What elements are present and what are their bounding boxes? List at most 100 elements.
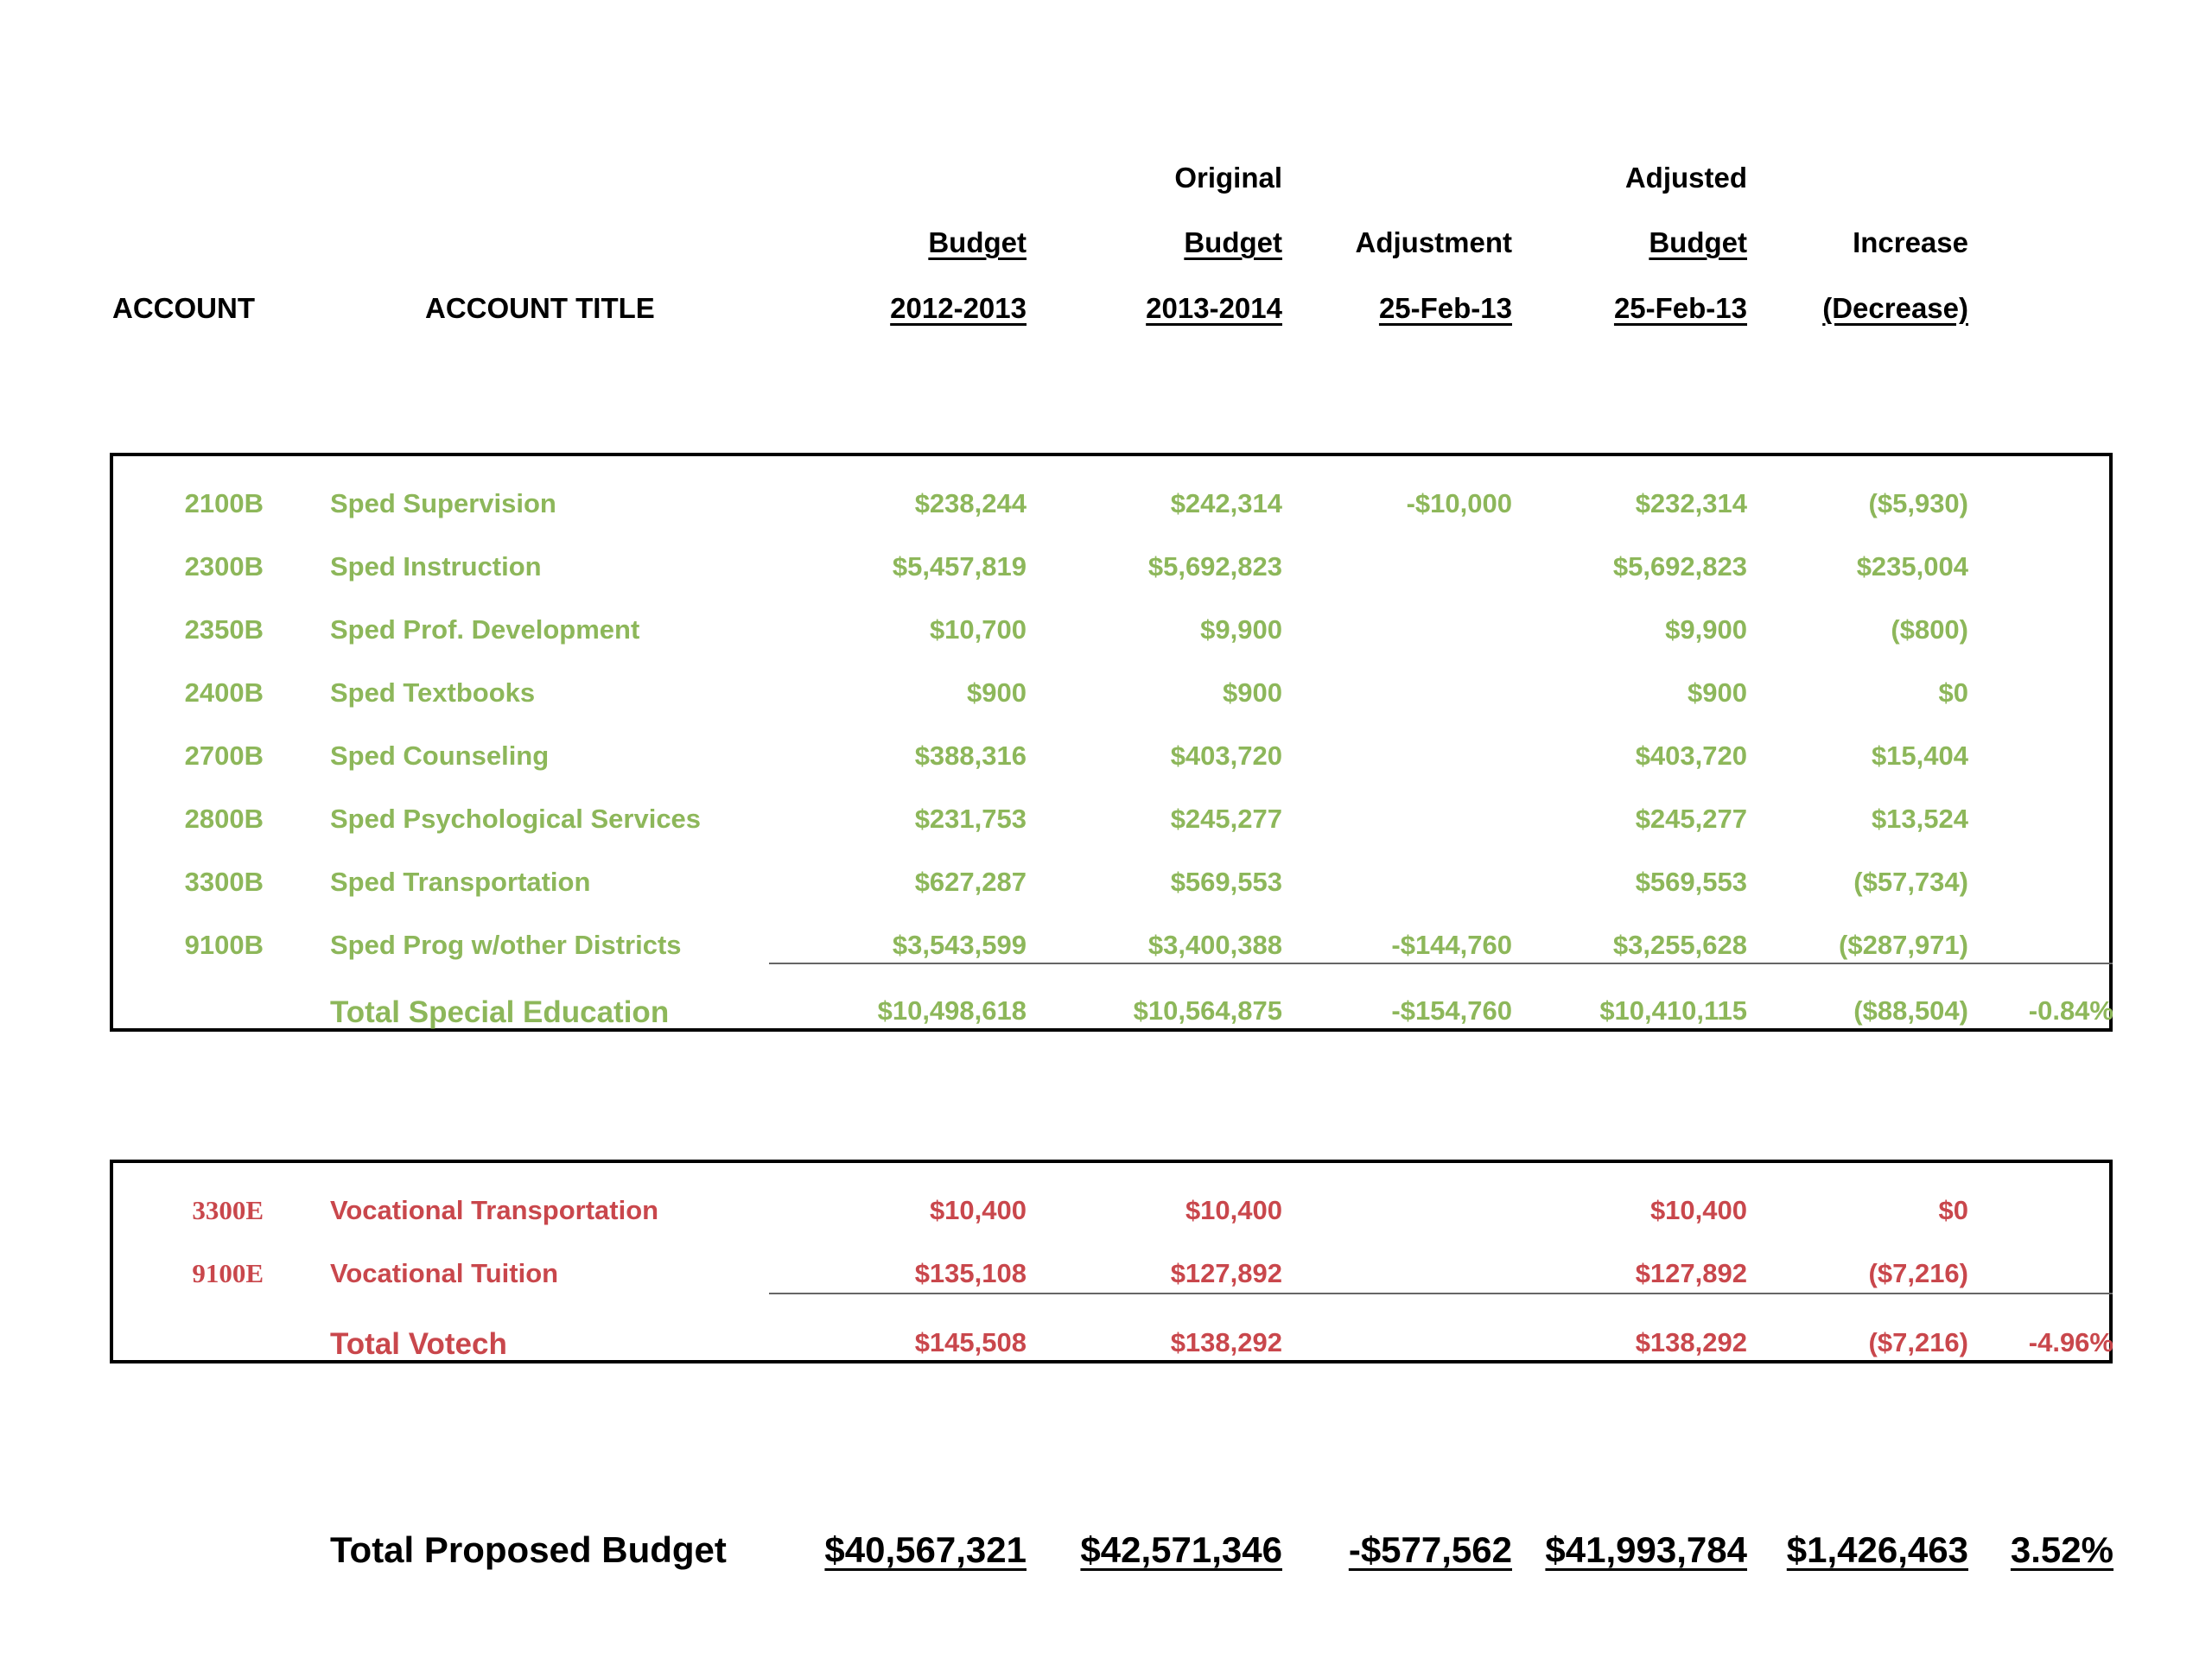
budget-2013-value: $403,720 — [1170, 741, 1282, 771]
header-adjustment: Adjustment — [1355, 226, 1513, 258]
header-increase: Increase — [1853, 226, 1968, 258]
subtotal-rule — [769, 963, 2113, 964]
table-row: 2800B Sped Psychological Services $231,7… — [0, 804, 2212, 847]
budget-2012-value: $627,287 — [914, 867, 1027, 897]
change-value: $235,004 — [1856, 551, 1968, 582]
adjustment-value: -$10,000 — [1406, 488, 1512, 518]
account-code: 3300E — [192, 1195, 264, 1225]
table-row: 3300E Vocational Transportation $10,400 … — [0, 1195, 2212, 1238]
account-code: 2700B — [184, 741, 264, 771]
budget-2013-value: $10,400 — [1185, 1195, 1282, 1225]
account-code: 9100B — [184, 930, 264, 960]
budget-2012-value: $388,316 — [914, 741, 1027, 771]
votech-total-row: Total Votech $145,508 $138,292 $138,292 … — [0, 1327, 2212, 1370]
grand-total-percent: 3.52% — [2010, 1529, 2113, 1570]
budget-2013-value: $569,553 — [1170, 867, 1282, 897]
budget-2013-value: $245,277 — [1170, 804, 1282, 834]
budget-2012-value: $900 — [967, 677, 1027, 708]
header-adjusted-budget: Budget — [1649, 226, 1747, 258]
change-value: $0 — [1938, 677, 1968, 708]
adjusted-value: $127,892 — [1635, 1258, 1747, 1288]
budget-2012-value: $10,400 — [929, 1195, 1027, 1225]
grand-total-change: $1,426,463 — [1786, 1529, 1968, 1570]
grand-total-budget-2012: $40,567,321 — [824, 1529, 1027, 1570]
budget-2013-value: $3,400,388 — [1147, 930, 1282, 960]
budget-2013-value: $127,892 — [1170, 1258, 1282, 1288]
account-title: Vocational Tuition — [330, 1258, 559, 1288]
change-value: $13,524 — [1871, 804, 1968, 834]
header-adjusted-date: 25-Feb-13 — [1613, 292, 1747, 324]
total-budget-2013: $10,564,875 — [1133, 995, 1282, 1026]
header-budget-2012-line2: Budget — [928, 226, 1027, 258]
budget-sheet: ACCOUNT ACCOUNT TITLE Budget 2012-2013 O… — [0, 0, 2212, 1659]
change-value: ($57,734) — [1853, 867, 1968, 897]
change-value: ($7,216) — [1868, 1258, 1968, 1288]
total-percent: -0.84% — [2028, 995, 2113, 1026]
budget-2012-value: $135,108 — [914, 1258, 1027, 1288]
budget-2013-value: $900 — [1223, 677, 1282, 708]
table-row: 2700B Sped Counseling $388,316 $403,720 … — [0, 741, 2212, 784]
account-title: Sped Instruction — [330, 551, 542, 582]
table-row: 3300B Sped Transportation $627,287 $569,… — [0, 867, 2212, 910]
total-change: ($88,504) — [1853, 995, 1968, 1026]
adjusted-value: $900 — [1688, 677, 1747, 708]
budget-2013-value: $5,692,823 — [1147, 551, 1282, 582]
grand-total-row: Total Proposed Budget $40,567,321 $42,57… — [0, 1529, 2212, 1573]
change-value: $15,404 — [1871, 741, 1968, 771]
total-budget-2012: $10,498,618 — [877, 995, 1027, 1026]
account-title: Sped Prof. Development — [330, 614, 640, 645]
adjusted-value: $10,400 — [1649, 1195, 1747, 1225]
adjustment-value: -$144,760 — [1391, 930, 1512, 960]
total-label: Total Special Education — [330, 995, 670, 1029]
total-percent: -4.96% — [2028, 1327, 2113, 1357]
budget-2012-value: $231,753 — [914, 804, 1027, 834]
adjusted-value: $569,553 — [1635, 867, 1747, 897]
change-value: ($5,930) — [1868, 488, 1968, 518]
account-title: Sped Transportation — [330, 867, 591, 897]
budget-2013-value: $9,900 — [1200, 614, 1282, 645]
account-code: 2400B — [184, 677, 264, 708]
table-row: 9100E Vocational Tuition $135,108 $127,8… — [0, 1258, 2212, 1301]
account-title: Sped Prog w/other Districts — [330, 930, 682, 960]
change-value: ($800) — [1891, 614, 1968, 645]
account-code: 2800B — [184, 804, 264, 834]
total-adjusted: $10,410,115 — [1599, 995, 1747, 1026]
header-account-title: ACCOUNT TITLE — [425, 292, 655, 324]
budget-2013-value: $242,314 — [1170, 488, 1282, 518]
grand-total-adjustment: -$577,562 — [1348, 1529, 1512, 1570]
account-code: 9100E — [192, 1258, 264, 1288]
adjusted-value: $9,900 — [1665, 614, 1747, 645]
account-title: Sped Supervision — [330, 488, 556, 518]
table-row: 2400B Sped Textbooks $900 $900 $900 $0 — [0, 677, 2212, 721]
account-title: Sped Textbooks — [330, 677, 536, 708]
table-row: 2100B Sped Supervision $238,244 $242,314… — [0, 488, 2212, 531]
header-original-label: Original — [1174, 162, 1282, 194]
account-code: 2350B — [184, 614, 264, 645]
header-original-budget: Budget — [1184, 226, 1282, 258]
adjusted-value: $5,692,823 — [1612, 551, 1747, 582]
total-budget-2013: $138,292 — [1170, 1327, 1282, 1357]
budget-2012-value: $10,700 — [929, 614, 1027, 645]
header-adjustment-date: 25-Feb-13 — [1378, 292, 1512, 324]
grand-total-label: Total Proposed Budget — [330, 1529, 727, 1570]
account-title: Sped Counseling — [330, 741, 550, 771]
budget-2012-value: $5,457,819 — [892, 551, 1027, 582]
header-budget-2012-line3: 2012-2013 — [890, 292, 1027, 324]
grand-total-budget-2013: $42,571,346 — [1080, 1529, 1282, 1570]
total-adjusted: $138,292 — [1635, 1327, 1747, 1357]
budget-2012-value: $238,244 — [914, 488, 1027, 518]
header-adjusted-label: Adjusted — [1624, 162, 1747, 194]
change-value: ($287,971) — [1839, 930, 1968, 960]
grand-total-adjusted: $41,993,784 — [1545, 1529, 1747, 1570]
header-decrease: (Decrease) — [1822, 292, 1968, 324]
sped-total-row: Total Special Education $10,498,618 $10,… — [0, 995, 2212, 1039]
total-budget-2012: $145,508 — [914, 1327, 1027, 1357]
table-row: 2350B Sped Prof. Development $10,700 $9,… — [0, 614, 2212, 658]
adjusted-value: $403,720 — [1635, 741, 1747, 771]
account-code: 2100B — [184, 488, 264, 518]
account-code: 3300B — [184, 867, 264, 897]
adjusted-value: $3,255,628 — [1612, 930, 1747, 960]
table-row: 9100B Sped Prog w/other Districts $3,543… — [0, 930, 2212, 973]
header-original-year: 2013-2014 — [1146, 292, 1282, 324]
header-account: ACCOUNT — [112, 292, 255, 324]
